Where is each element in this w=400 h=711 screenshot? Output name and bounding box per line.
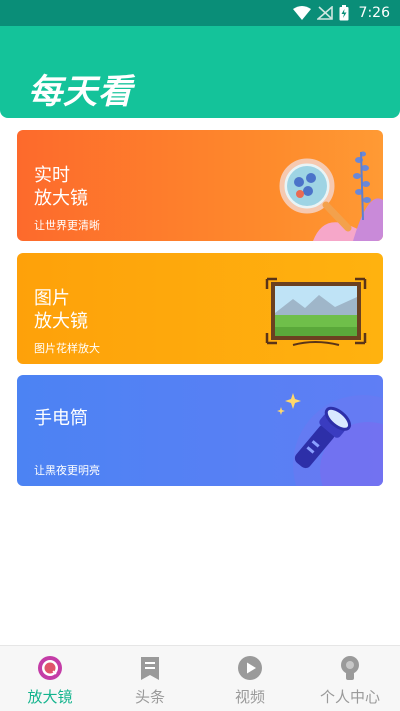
realtime-magnifier-card[interactable]: 实时 放大镜 让世界更清晰 bbox=[17, 130, 383, 241]
magnifier-icon bbox=[38, 656, 62, 680]
card-subtitle: 让黑夜更明亮 bbox=[34, 464, 100, 477]
nav-item-video[interactable]: 视频 bbox=[200, 646, 300, 711]
landscape-picture-icon bbox=[265, 277, 367, 346]
nav-item-profile[interactable]: 个人中心 bbox=[300, 646, 400, 711]
app-header: 每天看 bbox=[0, 26, 400, 118]
card-title: 图片 放大镜 bbox=[34, 288, 88, 332]
flashlight-card[interactable]: 手电筒 让黑夜更明亮 bbox=[17, 375, 383, 486]
wifi-icon bbox=[292, 6, 311, 20]
nav-label: 视频 bbox=[234, 688, 265, 706]
no-signal-icon bbox=[316, 6, 333, 20]
status-icons: 7:26 bbox=[292, 4, 390, 22]
card-title: 实时 放大镜 bbox=[34, 165, 88, 209]
person-icon bbox=[341, 656, 359, 680]
picture-magnifier-card[interactable]: 图片 放大镜 图片花样放大 bbox=[17, 253, 383, 364]
card-subtitle: 让世界更清晰 bbox=[34, 219, 100, 232]
magnifier-illustration-icon bbox=[279, 151, 383, 241]
card-title: 手电筒 bbox=[34, 408, 88, 429]
app-title: 每天看 bbox=[28, 72, 133, 112]
nav-label: 个人中心 bbox=[319, 688, 380, 706]
nav-item-magnifier[interactable]: 放大镜 bbox=[0, 646, 100, 711]
bookmark-icon bbox=[141, 657, 159, 680]
nav-label: 头条 bbox=[134, 688, 165, 706]
nav-label: 放大镜 bbox=[27, 688, 73, 706]
play-icon bbox=[238, 656, 262, 680]
status-time: 7:26 bbox=[358, 5, 390, 21]
status-bar: 7:26 bbox=[0, 0, 400, 26]
nav-item-headlines[interactable]: 头条 bbox=[100, 646, 200, 711]
flashlight-illustration-icon bbox=[277, 393, 383, 486]
bottom-nav: 放大镜 头条 视频 个人中心 bbox=[0, 645, 400, 711]
battery-charging-icon bbox=[339, 5, 349, 21]
card-subtitle: 图片花样放大 bbox=[34, 342, 100, 355]
